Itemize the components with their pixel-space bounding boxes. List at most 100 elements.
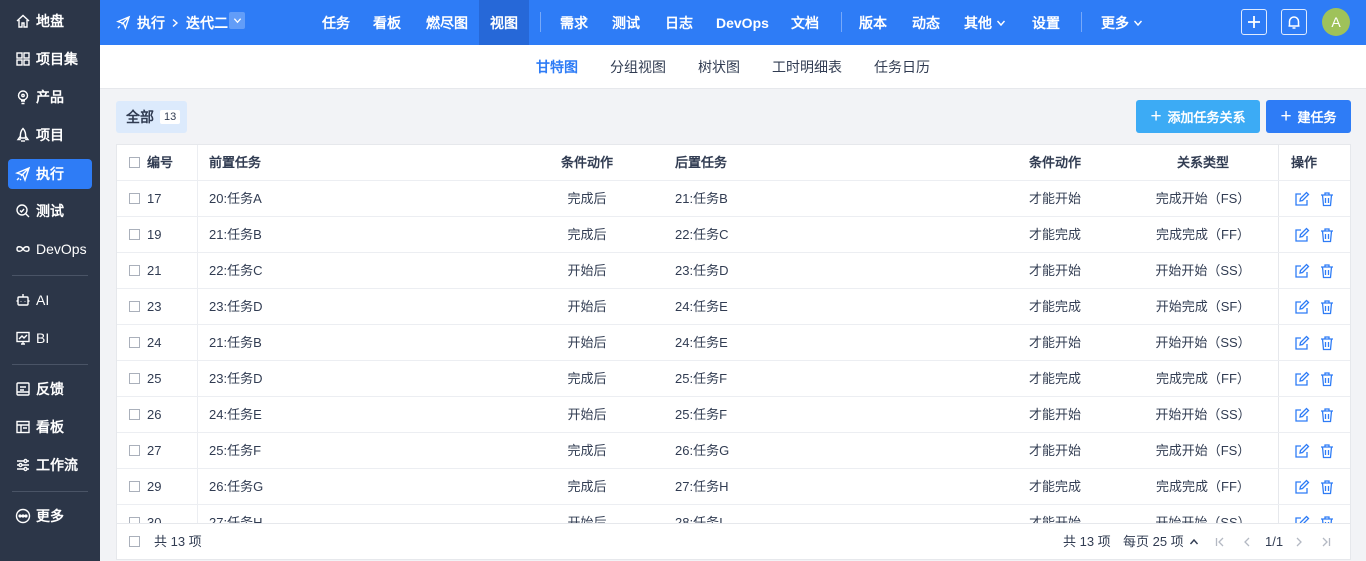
cell-successor[interactable]: 24:任务E (675, 325, 728, 360)
sidebar-item-ai[interactable]: AI (8, 285, 92, 315)
header-condition[interactable]: 条件动作 (547, 145, 627, 180)
notification-button[interactable] (1281, 9, 1307, 35)
filter-all[interactable]: 全部 13 (116, 101, 187, 133)
cell-successor[interactable]: 23:任务D (675, 253, 728, 288)
sidebar-item-product[interactable]: 产品 (8, 82, 92, 112)
nav-more[interactable]: 更多 (1101, 0, 1143, 45)
new-task-button[interactable]: + 建任务 (1266, 100, 1351, 133)
trash-icon[interactable] (1319, 371, 1335, 387)
row-checkbox[interactable] (129, 193, 140, 204)
sidebar-item-workflow[interactable]: 工作流 (8, 450, 92, 480)
table-row[interactable]: 29 26:任务G 完成后 27:任务H 才能完成 完成完成（FF） (117, 469, 1350, 505)
tab-effort-detail[interactable]: 工时明细表 (772, 45, 842, 89)
header-relation-type[interactable]: 关系类型 (1141, 145, 1265, 180)
row-checkbox[interactable] (129, 445, 140, 456)
edit-icon[interactable] (1294, 227, 1310, 243)
cell-successor[interactable]: 27:任务H (675, 469, 728, 504)
cell-predecessor[interactable]: 24:任务E (209, 397, 262, 432)
cell-predecessor[interactable]: 21:任务B (209, 217, 262, 252)
sidebar-item-project[interactable]: 项目 (8, 120, 92, 150)
cell-successor[interactable]: 22:任务C (675, 217, 728, 252)
table-row[interactable]: 26 24:任务E 开始后 25:任务F 才能开始 开始开始（SS） (117, 397, 1350, 433)
edit-icon[interactable] (1294, 479, 1310, 495)
row-checkbox[interactable] (129, 301, 140, 312)
nav-other[interactable]: 其他 (964, 0, 1006, 45)
trash-icon[interactable] (1319, 227, 1335, 243)
tab-group-view[interactable]: 分组视图 (610, 45, 666, 89)
nav-dynamic[interactable]: 动态 (912, 0, 940, 45)
table-row[interactable]: 19 21:任务B 完成后 22:任务C 才能完成 完成完成（FF） (117, 217, 1350, 253)
cell-predecessor[interactable]: 21:任务B (209, 325, 262, 360)
table-row[interactable]: 17 20:任务A 完成后 21:任务B 才能开始 完成开始（FS） (117, 181, 1350, 217)
cell-successor[interactable]: 25:任务F (675, 397, 727, 432)
table-row[interactable]: 25 23:任务D 完成后 25:任务F 才能完成 完成完成（FF） (117, 361, 1350, 397)
nav-devops[interactable]: DevOps (716, 0, 769, 45)
cell-predecessor[interactable]: 26:任务G (209, 469, 263, 504)
table-row[interactable]: 23 23:任务D 开始后 24:任务E 才能完成 开始完成（SF） (117, 289, 1350, 325)
cell-predecessor[interactable]: 20:任务A (209, 181, 262, 216)
row-checkbox[interactable] (129, 481, 140, 492)
cell-predecessor[interactable]: 23:任务D (209, 361, 262, 396)
trash-icon[interactable] (1319, 263, 1335, 279)
header-successor[interactable]: 后置任务 (675, 145, 727, 180)
last-page-icon[interactable] (1319, 535, 1333, 549)
trash-icon[interactable] (1319, 479, 1335, 495)
nav-story[interactable]: 需求 (560, 0, 588, 45)
cell-successor[interactable]: 24:任务E (675, 289, 728, 324)
select-all-checkbox[interactable] (129, 157, 140, 168)
row-checkbox[interactable] (129, 265, 140, 276)
tab-task-calendar[interactable]: 任务日历 (874, 45, 930, 89)
sidebar-item-test[interactable]: 测试 (8, 196, 92, 226)
breadcrumb-section[interactable]: 执行 (116, 0, 165, 45)
sidebar-item-execution[interactable]: 执行 (8, 159, 92, 189)
sidebar-item-home[interactable]: 地盘 (8, 6, 92, 36)
next-page-icon[interactable] (1292, 535, 1306, 549)
header-action[interactable]: 条件动作 (1015, 145, 1095, 180)
per-page-select[interactable]: 每页 25 项 (1123, 524, 1199, 560)
edit-icon[interactable] (1294, 263, 1310, 279)
row-checkbox[interactable] (129, 373, 140, 384)
nav-settings[interactable]: 设置 (1032, 0, 1060, 45)
cell-successor[interactable]: 25:任务F (675, 361, 727, 396)
create-button[interactable] (1241, 9, 1267, 35)
trash-icon[interactable] (1319, 299, 1335, 315)
table-row[interactable]: 27 25:任务F 完成后 26:任务G 才能开始 完成开始（FS） (117, 433, 1350, 469)
nav-burndown[interactable]: 燃尽图 (426, 0, 468, 45)
avatar[interactable]: A (1322, 8, 1350, 36)
cell-predecessor[interactable]: 23:任务D (209, 289, 262, 324)
sidebar-item-feedback[interactable]: 反馈 (8, 374, 92, 404)
trash-icon[interactable] (1319, 443, 1335, 459)
sidebar-item-devops[interactable]: DevOps (8, 234, 92, 264)
sidebar-item-bi[interactable]: BI (8, 323, 92, 353)
prev-page-icon[interactable] (1240, 535, 1254, 549)
trash-icon[interactable] (1319, 335, 1335, 351)
tab-tree[interactable]: 树状图 (698, 45, 740, 89)
footer-select-all-checkbox[interactable] (129, 536, 140, 547)
trash-icon[interactable] (1319, 407, 1335, 423)
nav-task[interactable]: 任务 (322, 0, 350, 45)
nav-kanban[interactable]: 看板 (373, 0, 401, 45)
nav-view[interactable]: 视图 (479, 0, 529, 45)
header-predecessor[interactable]: 前置任务 (209, 145, 261, 180)
nav-release[interactable]: 版本 (859, 0, 887, 45)
first-page-icon[interactable] (1213, 535, 1227, 549)
tab-gantt[interactable]: 甘特图 (536, 45, 578, 89)
nav-log[interactable]: 日志 (665, 0, 693, 45)
sidebar-item-program[interactable]: 项目集 (8, 44, 92, 74)
cell-successor[interactable]: 26:任务G (675, 433, 729, 468)
table-row[interactable]: 24 21:任务B 开始后 24:任务E 才能开始 开始开始（SS） (117, 325, 1350, 361)
breadcrumb-iteration[interactable]: 迭代二 (186, 0, 228, 45)
cell-successor[interactable]: 21:任务B (675, 181, 728, 216)
table-row[interactable]: 21 22:任务C 开始后 23:任务D 才能开始 开始开始（SS） (117, 253, 1350, 289)
nav-doc[interactable]: 文档 (791, 0, 819, 45)
row-checkbox[interactable] (129, 409, 140, 420)
edit-icon[interactable] (1294, 371, 1310, 387)
trash-icon[interactable] (1319, 191, 1335, 207)
edit-icon[interactable] (1294, 191, 1310, 207)
cell-predecessor[interactable]: 25:任务F (209, 433, 261, 468)
cell-predecessor[interactable]: 22:任务C (209, 253, 262, 288)
edit-icon[interactable] (1294, 443, 1310, 459)
header-id[interactable]: 编号 (147, 145, 173, 180)
nav-test[interactable]: 测试 (612, 0, 640, 45)
sidebar-item-more[interactable]: 更多 (8, 501, 92, 531)
